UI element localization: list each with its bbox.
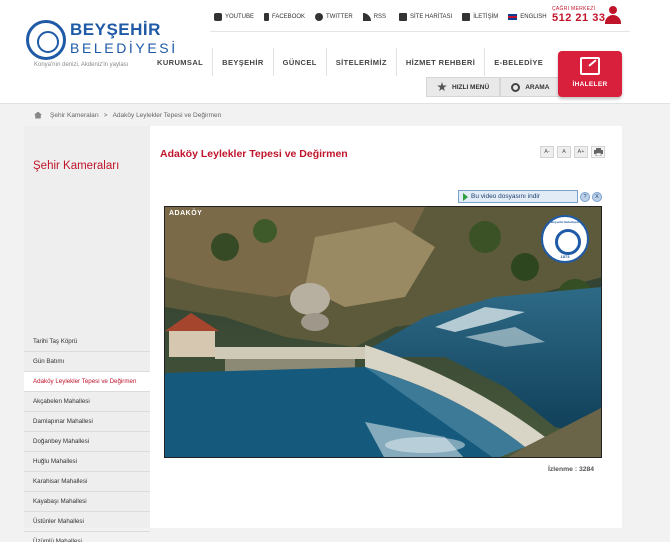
sidebar-item-gun-batimi[interactable]: Gün Batımı xyxy=(24,352,150,372)
view-count: İzlenme : 3284 xyxy=(548,466,595,473)
sidebar-title: Şehir Kameraları xyxy=(33,160,120,172)
uk-flag-icon xyxy=(508,14,518,20)
font-decrease-button[interactable]: A- xyxy=(540,146,554,158)
download-video-button[interactable]: Bu video dosyasını indir xyxy=(458,190,578,203)
logo[interactable]: BEYŞEHİR BELEDİYESİ Konya'nın denizi, Ak… xyxy=(26,18,175,68)
rss-icon xyxy=(362,13,371,21)
sidebar-item-adakoy[interactable]: Adaköy Leylekler Tepesi ve Değirmen xyxy=(24,372,150,392)
header: BEYŞEHİR BELEDİYESİ Konya'nın denizi, Ak… xyxy=(0,0,670,104)
municipality-seal-icon xyxy=(26,20,66,60)
print-button[interactable] xyxy=(591,146,605,158)
page: BEYŞEHİR BELEDİYESİ Konya'nın denizi, Ak… xyxy=(0,0,670,542)
search-button[interactable]: ARAMA xyxy=(500,77,561,97)
nav-e-belediye[interactable]: E-BELEDİYE xyxy=(484,48,552,76)
breadcrumb-separator: > xyxy=(103,111,108,119)
rss-link[interactable]: RSS xyxy=(362,13,387,21)
camera-overlay-label: ADAKÖY xyxy=(169,210,203,217)
tenders-button[interactable]: İHALELER xyxy=(558,51,622,97)
nav-hizmet-rehberi[interactable]: HİZMET REHBERİ xyxy=(395,48,484,76)
sidebar-item-doganbey[interactable]: Doğanbey Mahallesi xyxy=(24,432,150,452)
page-title: Adaköy Leylekler Tepesi ve Değirmen xyxy=(160,148,348,160)
breadcrumb-section[interactable]: Şehir Kameraları xyxy=(50,112,99,119)
camera-video-player[interactable]: ADAKÖY Beyşehir Belediyesi 1873 xyxy=(164,206,602,458)
sidebar: Şehir Kameraları Tarihi Taş Köprü Gün Ba… xyxy=(24,126,150,542)
sidebar-item-uzumlu[interactable]: Üzümlü Mahallesi xyxy=(24,532,150,542)
contact-label: İLETİŞİM xyxy=(473,14,499,20)
nav-kurumsal[interactable]: KURUMSAL xyxy=(148,48,212,76)
watermark-year: 1873 xyxy=(560,254,570,259)
youtube-label: YOUTUBE xyxy=(225,14,255,20)
nav-guncel[interactable]: GÜNCEL xyxy=(272,48,326,76)
external-link-icon xyxy=(580,57,600,75)
sitemap-link[interactable]: SİTE HARİTASI xyxy=(399,13,452,21)
breadcrumb-current: Adaköy Leylekler Tepesi ve Değirmen xyxy=(112,111,222,119)
utility-links: SİTE HARİTASI İLETİŞİM ENGLISH xyxy=(399,10,557,24)
facebook-label: FACEBOOK xyxy=(272,14,306,20)
sidebar-item-akcabelen[interactable]: Akçabelen Mahallesi xyxy=(24,392,150,412)
video-watermark-logo-icon: Beyşehir Belediyesi 1873 xyxy=(541,215,589,263)
youtube-icon xyxy=(214,13,222,21)
twitter-link[interactable]: TWITTER xyxy=(315,13,353,21)
social-links: YOUTUBE FACEBOOK TWITTER RSS xyxy=(214,10,396,24)
close-icon[interactable]: X xyxy=(592,191,602,202)
call-center: ÇAĞRI MERKEZİ 512 21 33 xyxy=(552,6,605,24)
logo-slogan: Konya'nın denizi, Akdeniz'in yaylası xyxy=(34,62,129,68)
contact-link[interactable]: İLETİŞİM xyxy=(462,13,498,21)
sidebar-item-tarihi-tas-kopru[interactable]: Tarihi Taş Köprü xyxy=(24,332,150,352)
call-center-person-icon xyxy=(604,6,622,24)
language-link[interactable]: ENGLISH xyxy=(508,14,547,20)
star-icon xyxy=(437,82,447,92)
sidebar-list: Tarihi Taş Köprü Gün Batımı Adaköy Leyle… xyxy=(24,332,150,542)
video-download-bar: Bu video dosyasını indir ? X xyxy=(458,190,602,203)
language-label: ENGLISH xyxy=(520,14,547,20)
mail-icon xyxy=(462,13,471,21)
main-content: Adaköy Leylekler Tepesi ve Değirmen A- A… xyxy=(150,126,622,528)
youtube-link[interactable]: YOUTUBE xyxy=(214,13,254,21)
help-icon[interactable]: ? xyxy=(580,191,590,202)
facebook-link[interactable]: FACEBOOK xyxy=(264,13,305,21)
call-center-number: 512 21 33 xyxy=(552,12,606,24)
quick-menu-button[interactable]: HIZLI MENÜ xyxy=(426,77,501,97)
main-nav: KURUMSAL BEYŞEHİR GÜNCEL SİTELERİMİZ HİZ… xyxy=(148,48,552,76)
twitter-label: TWITTER xyxy=(326,14,353,20)
font-normal-button[interactable]: A xyxy=(557,146,571,158)
nav-beysehir[interactable]: BEYŞEHİR xyxy=(212,48,273,76)
twitter-icon xyxy=(315,13,324,21)
search-icon xyxy=(511,82,521,92)
play-icon xyxy=(463,192,468,201)
breadcrumb: Şehir Kameraları > Adaköy Leylekler Tepe… xyxy=(24,104,622,126)
font-tools: A- A A+ xyxy=(537,146,605,158)
printer-icon xyxy=(593,148,603,156)
sitemap-label: SİTE HARİTASI xyxy=(410,14,453,20)
home-icon[interactable] xyxy=(34,111,42,119)
header-tools: HIZLI MENÜ ARAMA xyxy=(426,77,561,97)
sidebar-item-huglu[interactable]: Huğlu Mahallesi xyxy=(24,452,150,472)
camera-view-image xyxy=(165,207,601,457)
sidebar-item-karahisar[interactable]: Karahisar Mahallesi xyxy=(24,472,150,492)
tenders-label: İHALELER xyxy=(572,81,608,88)
search-label: ARAMA xyxy=(525,83,550,91)
sidebar-item-damlapinar[interactable]: Damlapınar Mahallesi xyxy=(24,412,150,432)
facebook-icon xyxy=(264,13,270,21)
download-video-label: Bu video dosyasını indir xyxy=(471,193,541,200)
sidebar-item-ustunler[interactable]: Üstünler Mahallesi xyxy=(24,512,150,532)
quick-menu-label: HIZLI MENÜ xyxy=(452,83,490,91)
rss-label: RSS xyxy=(373,14,387,20)
logo-title: BEYŞEHİR xyxy=(70,20,161,39)
font-increase-button[interactable]: A+ xyxy=(574,146,588,158)
watermark-text: Beyşehir Belediyesi xyxy=(550,220,580,224)
sidebar-item-kayabasi[interactable]: Kayabaşı Mahallesi xyxy=(24,492,150,512)
header-divider xyxy=(210,31,630,32)
sitemap-icon xyxy=(399,13,407,21)
nav-sitelerimiz[interactable]: SİTELERİMİZ xyxy=(325,48,396,76)
